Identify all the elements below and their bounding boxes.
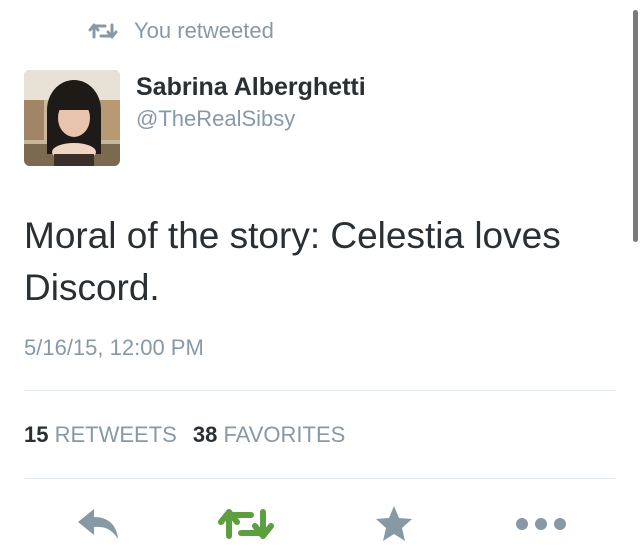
tweet-actions xyxy=(0,502,640,546)
star-icon xyxy=(376,506,412,541)
favorites-label: FAVORITES xyxy=(223,422,346,447)
retweet-context: You retweeted xyxy=(88,18,274,44)
favorites-count: 38 xyxy=(192,422,218,447)
divider xyxy=(24,478,616,479)
more-icon xyxy=(516,518,566,530)
favorites-stat[interactable]: 38 FAVORITES xyxy=(193,422,345,448)
retweets-label: RETWEETS xyxy=(54,422,177,447)
more-button[interactable] xyxy=(514,502,568,546)
reply-icon xyxy=(78,509,118,539)
reply-button[interactable] xyxy=(74,502,124,546)
scrollbar[interactable] xyxy=(633,10,638,242)
user-handle[interactable]: @TheRealSibsy xyxy=(136,104,366,134)
retweet-context-label: You retweeted xyxy=(134,18,274,43)
display-name[interactable]: Sabrina Alberghetti xyxy=(136,72,366,102)
retweets-stat[interactable]: 15 RETWEETS xyxy=(24,422,177,448)
retweet-button[interactable] xyxy=(218,502,274,546)
tweet-stats: 15 RETWEETS 38 FAVORITES xyxy=(24,422,361,448)
tweet-timestamp: 5/16/15, 12:00 PM xyxy=(24,335,204,360)
avatar[interactable] xyxy=(24,70,120,166)
divider xyxy=(24,390,616,391)
retweet-icon xyxy=(218,509,274,539)
retweet-small-icon xyxy=(88,23,118,39)
retweets-count: 15 xyxy=(24,422,49,447)
tweet-author[interactable]: Sabrina Alberghetti @TheRealSibsy xyxy=(24,70,366,166)
favorite-button[interactable] xyxy=(373,502,415,546)
tweet-text: Moral of the story: Celestia loves Disco… xyxy=(24,215,561,308)
